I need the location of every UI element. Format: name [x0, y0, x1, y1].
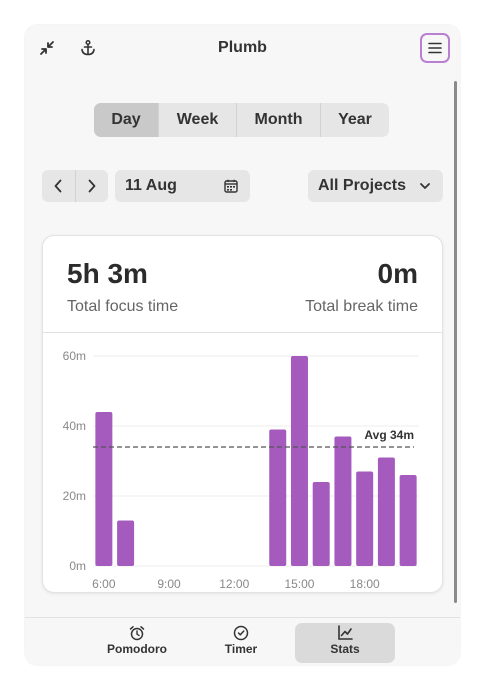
- y-tick-label: 40m: [63, 419, 86, 433]
- tab-timer-label: Timer: [224, 642, 258, 656]
- chart-bar: [312, 482, 330, 566]
- tab-month[interactable]: Month: [237, 103, 321, 137]
- previous-day-button[interactable]: [42, 170, 76, 202]
- tab-timer[interactable]: Timer: [191, 623, 291, 663]
- next-day-button[interactable]: [76, 170, 109, 202]
- stats-chart-icon: [338, 625, 353, 640]
- y-tick-label: 60m: [63, 349, 86, 363]
- total-focus-value: 5h 3m: [67, 258, 148, 289]
- calendar-icon[interactable]: [224, 179, 238, 193]
- chart-bar: [95, 412, 113, 566]
- focus-time-bar-chart: 0m 20m 40m 60m 6:00 9:00 12:00 15:00 18:00 Avg 34…: [63, 349, 419, 591]
- main-menu-button[interactable]: [420, 33, 450, 63]
- chevron-down-icon: [420, 183, 430, 189]
- x-tick-label: 15:00: [284, 577, 314, 591]
- alarm-clock-icon: [129, 626, 145, 641]
- vertical-scrollbar[interactable]: [454, 81, 457, 603]
- total-focus-label: Total focus time: [67, 298, 179, 315]
- chart-bar: [399, 475, 417, 566]
- average-label: Avg 34m: [364, 428, 414, 442]
- tab-stats-label: Stats: [330, 642, 360, 656]
- total-break-label: Total break time: [305, 298, 418, 315]
- chart-bar: [334, 436, 352, 566]
- period-selector: Day Week Month Year: [94, 103, 389, 137]
- header-bar: Plumb: [25, 25, 460, 71]
- x-tick-label: 12:00: [219, 577, 249, 591]
- date-navigation: [42, 170, 108, 202]
- chart-bar: [117, 520, 135, 566]
- chart-bar: [356, 471, 374, 566]
- chevron-right-icon: [88, 179, 96, 193]
- chevron-left-icon: [54, 179, 62, 193]
- date-field[interactable]: 11 Aug: [115, 170, 250, 202]
- x-tick-label: 6:00: [92, 577, 116, 591]
- tab-pomodoro[interactable]: Pomodoro: [87, 623, 187, 663]
- tab-week[interactable]: Week: [159, 103, 237, 137]
- project-filter-value: All Projects: [318, 177, 407, 194]
- chart-bar: [377, 457, 395, 566]
- bottom-navigation: Pomodoro Timer Stats: [25, 617, 460, 665]
- chart-bar: [290, 356, 308, 566]
- tab-stats[interactable]: Stats: [295, 623, 395, 663]
- app-window: Plumb Day Week Month Year 11 Aug All Pro…: [25, 25, 460, 665]
- timer-icon: [233, 625, 249, 641]
- project-filter-dropdown[interactable]: All Projects: [308, 170, 443, 202]
- x-tick-label: 9:00: [157, 577, 181, 591]
- y-tick-label: 0m: [69, 559, 86, 573]
- app-title: Plumb: [218, 39, 267, 56]
- y-tick-label: 20m: [63, 489, 86, 503]
- chart-bar: [269, 429, 287, 566]
- x-tick-label: 18:00: [350, 577, 380, 591]
- date-value: 11 Aug: [125, 177, 177, 194]
- stats-card: 5h 3m Total focus time 0m Total break ti…: [42, 235, 443, 593]
- tab-pomodoro-label: Pomodoro: [107, 642, 167, 656]
- hamburger-menu-icon: [428, 42, 442, 54]
- total-break-value: 0m: [377, 258, 418, 289]
- tab-year[interactable]: Year: [321, 103, 389, 137]
- tab-day[interactable]: Day: [94, 103, 159, 137]
